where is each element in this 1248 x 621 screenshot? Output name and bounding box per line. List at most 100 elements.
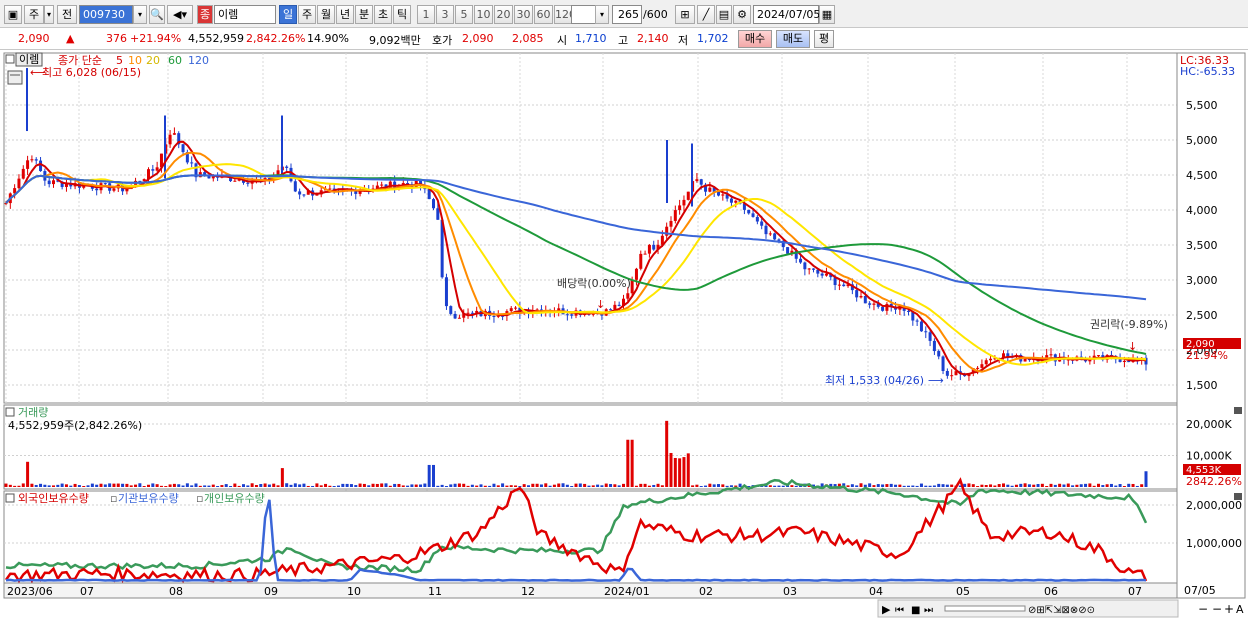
x-label: 03	[783, 585, 797, 598]
speaker-icon[interactable]: ◀▾	[167, 5, 193, 24]
volume-bar	[717, 484, 720, 487]
mode-select[interactable]: 주	[24, 5, 44, 24]
volume-bar	[267, 484, 271, 487]
stock-name-field[interactable]: 이렘	[214, 5, 276, 24]
quote-bar: 2,090 ▲ 376 +21.94% 4,552,959 2,842.26% …	[0, 28, 1248, 50]
stock-code-input[interactable]: 009730	[79, 5, 133, 24]
prev-button[interactable]: 전	[57, 5, 77, 24]
volume-bar	[1131, 483, 1135, 487]
candle-body	[721, 194, 725, 196]
volume-panel-menu-icon[interactable]	[5, 407, 15, 417]
candle-body	[449, 306, 453, 314]
max-label: 최고 6,028 (06/15)	[42, 66, 141, 79]
zoom-in-icon[interactable]: +	[1224, 602, 1234, 616]
stop-icon[interactable]: ■	[911, 605, 920, 616]
volume-bar	[613, 484, 617, 487]
volume-bar	[64, 484, 68, 487]
volume-value: 4,552,959주(2,842.26%)	[8, 419, 142, 432]
x-label: 09	[264, 585, 278, 598]
candle-body	[34, 159, 38, 161]
volume-bar	[665, 420, 669, 487]
volume-bar	[976, 486, 980, 487]
volume-bar	[436, 485, 440, 487]
mode-dropdown-icon[interactable]: ▾	[44, 5, 54, 24]
interval-button-1[interactable]: 1	[417, 5, 435, 24]
interval-button-30[interactable]: 30	[514, 5, 533, 24]
volume-bar	[315, 483, 319, 487]
save-icon[interactable]: ▤	[716, 5, 732, 24]
volume-bar	[427, 464, 431, 487]
volume-bar	[358, 483, 362, 487]
count-input[interactable]: 265	[612, 5, 642, 24]
candle-body	[932, 340, 936, 352]
x-label: 11	[428, 585, 442, 598]
ma120-label[interactable]: 120	[188, 54, 209, 67]
play-forward-icon[interactable]: ⏭	[924, 605, 933, 616]
open-label: 시	[557, 34, 568, 47]
zoom-reset-icon[interactable]: −	[1212, 602, 1222, 616]
buy-button[interactable]: 매수	[738, 30, 772, 48]
interval-button-3[interactable]: 3	[436, 5, 454, 24]
window-icon[interactable]: ▣	[4, 5, 22, 24]
holding-panel-close-icon[interactable]	[1234, 493, 1242, 500]
interval-button-60[interactable]: 60	[534, 5, 553, 24]
volume-bar	[1002, 483, 1005, 487]
volume-title: 거래량	[18, 406, 48, 419]
period-button-4[interactable]: 분	[355, 5, 373, 24]
sell-button[interactable]: 매도	[776, 30, 810, 48]
ma60-label[interactable]: 60	[168, 54, 182, 67]
code-dropdown-icon[interactable]: ▾	[133, 5, 147, 24]
draw-tool-icon[interactable]: ╱	[697, 5, 715, 24]
volume-bar	[345, 483, 349, 487]
period-button-1[interactable]: 주	[298, 5, 316, 24]
volume-bar	[1109, 483, 1113, 487]
volume-bar	[164, 486, 168, 487]
period-button-6[interactable]: 틱	[393, 5, 411, 24]
ma20-label[interactable]: 20	[146, 54, 160, 67]
interval-button-5[interactable]: 5	[455, 5, 473, 24]
period-button-3[interactable]: 년	[336, 5, 354, 24]
chart-area[interactable]: 2023/06 07 08 09 10 11 12 2024/01 02 03 04 05 06 07 5…	[0, 50, 1248, 621]
volume-bar	[790, 485, 794, 487]
volume-bar	[108, 483, 112, 487]
volume-bar	[246, 485, 250, 487]
search-icon[interactable]: 🔍	[149, 5, 165, 24]
scroll-right-icon[interactable]: ▶	[882, 603, 891, 616]
volume-bar	[669, 452, 673, 487]
period-button-0[interactable]: 일	[279, 5, 297, 24]
calendar-icon[interactable]	[7, 70, 23, 85]
calendar-icon[interactable]: ▦	[819, 5, 835, 24]
volume-panel-close-icon[interactable]	[1234, 407, 1242, 414]
holding-panel-menu-icon[interactable]	[5, 493, 15, 503]
volume-bar	[470, 484, 474, 487]
price-tick: 5,000	[1186, 134, 1218, 147]
period-button-2[interactable]: 월	[317, 5, 335, 24]
volume-bar	[846, 485, 850, 487]
zoom-tools-icon[interactable]: ⊘⊞⇱⇲⊠⊗⊘⊙	[1028, 605, 1095, 616]
volume-bar	[514, 485, 518, 487]
volume-bar	[121, 483, 125, 487]
candle-body	[799, 258, 803, 263]
volume-bar	[945, 484, 949, 487]
interval-dropdown-icon[interactable]: ▾	[595, 5, 609, 24]
panel-menu-icon[interactable]	[5, 54, 15, 64]
scroll-track[interactable]	[944, 605, 1026, 612]
up-arrow: ▲	[66, 32, 75, 45]
chart-type-icon[interactable]: ⊞	[675, 5, 695, 24]
volume-bar	[1040, 483, 1044, 487]
zoom-out-icon[interactable]: −	[1198, 602, 1208, 616]
volume-panel	[3, 404, 1178, 490]
candle-body	[945, 370, 949, 376]
interval-button-10[interactable]: 10	[474, 5, 493, 24]
candle-body	[103, 183, 107, 185]
play-back-icon[interactable]: ⏮	[895, 605, 904, 616]
period-button-5[interactable]: 초	[374, 5, 392, 24]
interval-button-20[interactable]: 20	[494, 5, 513, 24]
eval-button[interactable]: 평	[814, 30, 834, 48]
count-total: /600	[643, 8, 668, 21]
date-input[interactable]: 2024/07/05	[753, 5, 820, 24]
auto-scale-icon[interactable]: A	[1236, 603, 1244, 616]
candle-body	[1023, 358, 1027, 362]
gear-icon[interactable]: ⚙	[733, 5, 751, 24]
ask-price: 2,090	[462, 32, 494, 45]
